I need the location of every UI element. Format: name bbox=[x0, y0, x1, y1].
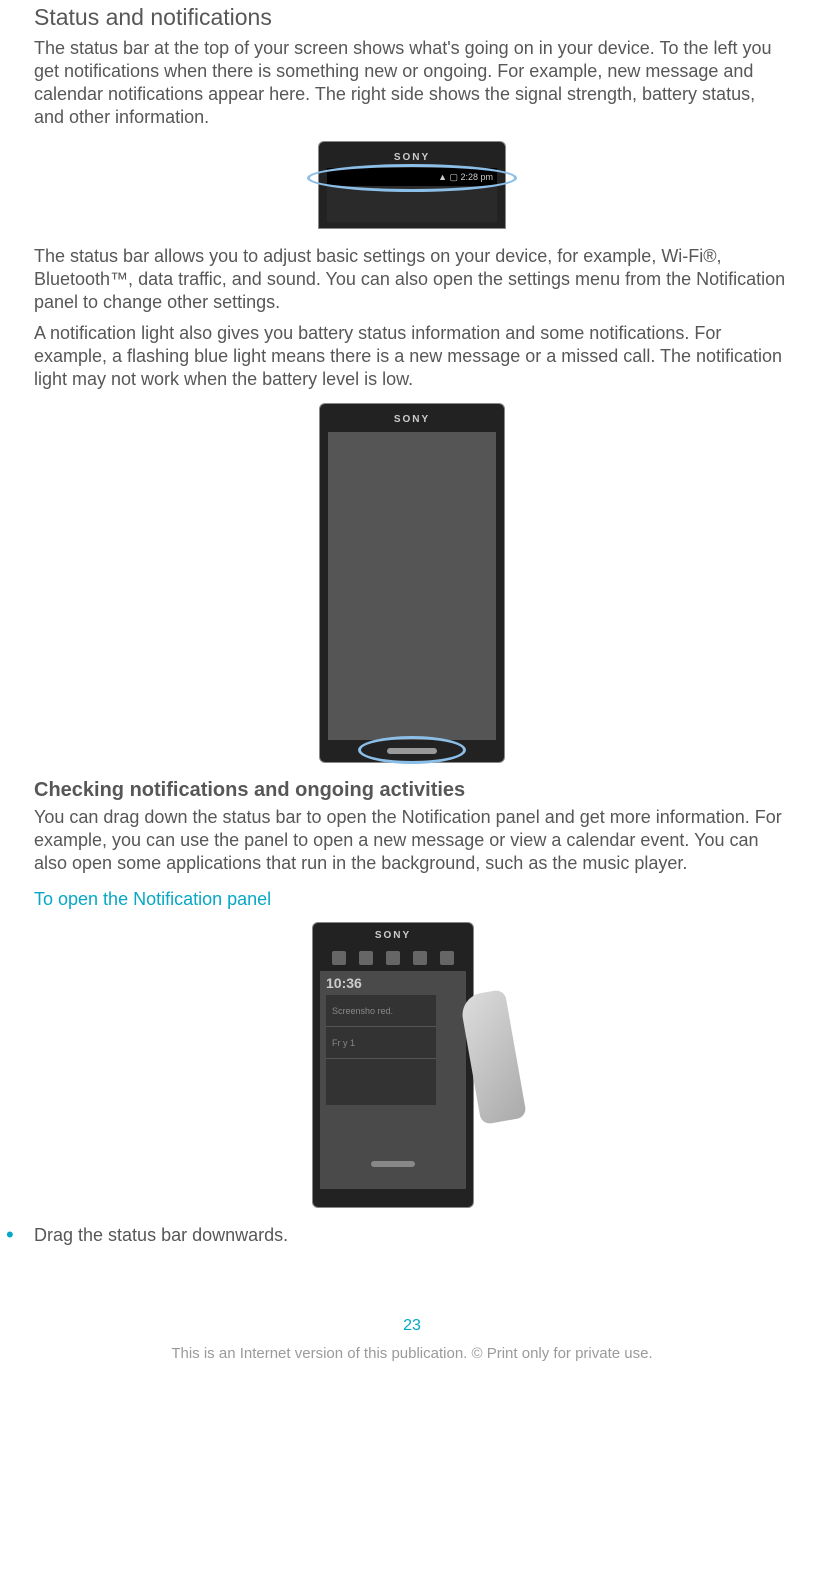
quick-toggle-icon bbox=[332, 951, 346, 965]
figure-statusbar: SONY ▲ ▢ 2:28 pm bbox=[34, 141, 790, 229]
figure-phone-full: SONY bbox=[34, 403, 790, 763]
page-number: 23 bbox=[34, 1317, 790, 1335]
footer-note: This is an Internet version of this publ… bbox=[34, 1345, 790, 1362]
highlight-ellipse-icon bbox=[307, 164, 517, 192]
quick-toggle-icon bbox=[413, 951, 427, 965]
highlight-ellipse-icon bbox=[358, 736, 466, 764]
sub-heading: Checking notifications and ongoing activ… bbox=[34, 779, 790, 802]
notification-row: Screensho red. bbox=[326, 995, 436, 1027]
task-heading: To open the Notification panel bbox=[34, 889, 790, 910]
quick-toggle-icon bbox=[440, 951, 454, 965]
notification-row: Fr y 1 bbox=[326, 1027, 436, 1059]
brand-label: SONY bbox=[375, 930, 411, 941]
drag-handle-icon bbox=[371, 1161, 415, 1167]
bullet-text: Drag the status bar downwards. bbox=[34, 1224, 288, 1247]
figure-notification-panel: SONY 10:36 Screensho red. Fr y 1 bbox=[34, 922, 790, 1208]
brand-label: SONY bbox=[394, 414, 430, 425]
quick-toggle-icon bbox=[386, 951, 400, 965]
paragraph-4: You can drag down the status bar to open… bbox=[34, 806, 790, 875]
quick-settings-row bbox=[320, 945, 466, 971]
instruction-bullet: • Drag the status bar downwards. bbox=[6, 1224, 790, 1247]
notification-list: Screensho red. Fr y 1 bbox=[326, 995, 436, 1105]
panel-time: 10:36 bbox=[326, 975, 362, 991]
section-heading: Status and notifications bbox=[34, 4, 790, 31]
paragraph-3: A notification light also gives you batt… bbox=[34, 322, 790, 391]
paragraph-2: The status bar allows you to adjust basi… bbox=[34, 245, 790, 314]
brand-label: SONY bbox=[394, 152, 430, 163]
bullet-icon: • bbox=[6, 1224, 34, 1246]
quick-toggle-icon bbox=[359, 951, 373, 965]
paragraph-1: The status bar at the top of your screen… bbox=[34, 37, 790, 129]
